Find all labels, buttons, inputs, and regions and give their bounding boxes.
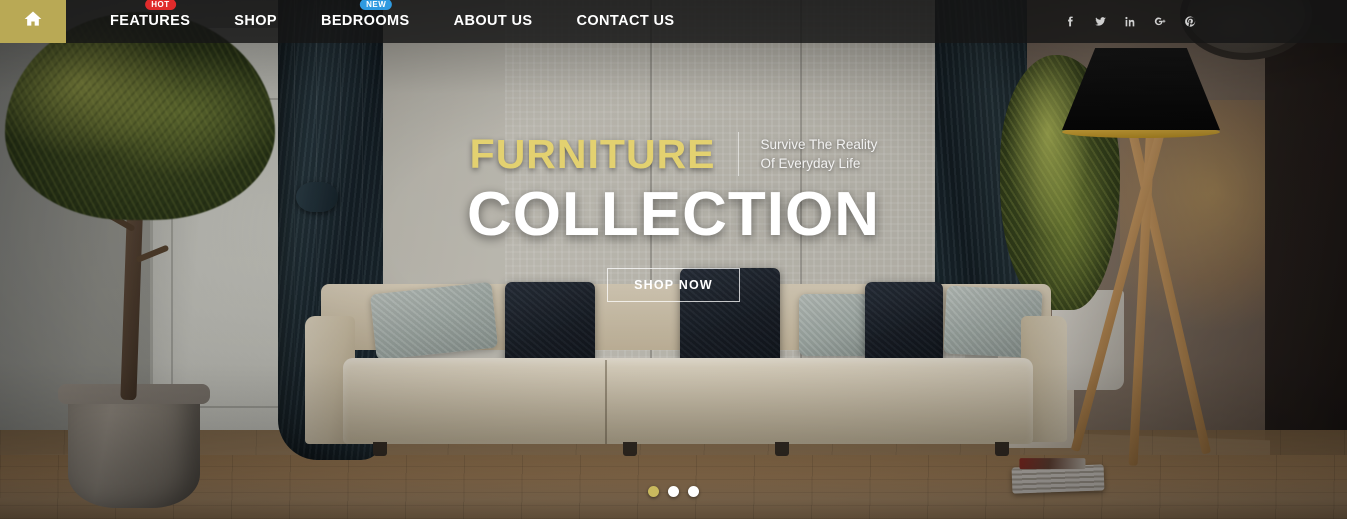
nav-item-label: FEATURES: [110, 13, 191, 29]
hero-tagline: Survive The Reality Of Everyday Life: [761, 135, 878, 173]
hero-slider: FEATURES HOT SHOP BEDROOMS NEW ABOUT US …: [0, 0, 1347, 519]
hero-accent-title: FURNITURE: [469, 130, 716, 177]
shop-now-button[interactable]: SHOP NOW: [607, 268, 740, 302]
sofa-seat-divider: [605, 360, 607, 444]
nav-item-label: SHOP: [234, 13, 277, 29]
carousel-pagination: [0, 486, 1347, 497]
nav-item-contact-us[interactable]: CONTACT US: [555, 0, 697, 43]
hero-tagline-line-1: Survive The Reality: [760, 136, 878, 152]
nav-item-label: CONTACT US: [576, 13, 675, 29]
home-icon: [23, 9, 43, 34]
googleplus-icon[interactable]: [1145, 0, 1175, 43]
pinterest-icon[interactable]: [1175, 0, 1205, 43]
sofa: [305, 268, 1067, 460]
nav-item-label: BEDROOMS: [320, 13, 410, 29]
home-button[interactable]: [0, 0, 66, 43]
linkedin-icon[interactable]: [1115, 0, 1145, 43]
cushion: [799, 294, 869, 356]
carousel-dot-1[interactable]: [648, 486, 659, 497]
carousel-dot-2[interactable]: [668, 486, 679, 497]
nav-item-shop[interactable]: SHOP: [212, 0, 299, 43]
nav-item-about-us[interactable]: ABOUT US: [432, 0, 555, 43]
hero-tagline-line-2: Of Everyday Life: [760, 156, 861, 171]
sofa-seat: [343, 358, 1033, 444]
nav-item-label: ABOUT US: [453, 13, 533, 29]
hero-main-title: COLLECTION: [467, 180, 880, 249]
social-links: [1055, 0, 1347, 43]
hero-headline-row: FURNITURE Survive The Reality Of Everyda…: [0, 132, 1347, 176]
nav-item-bedrooms[interactable]: BEDROOMS NEW: [299, 0, 432, 43]
carousel-dot-3[interactable]: [688, 486, 699, 497]
twitter-icon[interactable]: [1085, 0, 1115, 43]
badge-new: NEW: [360, 0, 393, 10]
facebook-icon[interactable]: [1055, 0, 1085, 43]
main-navigation: FEATURES HOT SHOP BEDROOMS NEW ABOUT US …: [0, 0, 1347, 43]
nav-item-features[interactable]: FEATURES HOT: [88, 0, 212, 43]
hero-content: FURNITURE Survive The Reality Of Everyda…: [0, 132, 1347, 302]
nav-item-list: FEATURES HOT SHOP BEDROOMS NEW ABOUT US …: [66, 0, 696, 43]
badge-hot: HOT: [145, 0, 176, 10]
hero-divider: [737, 132, 739, 176]
